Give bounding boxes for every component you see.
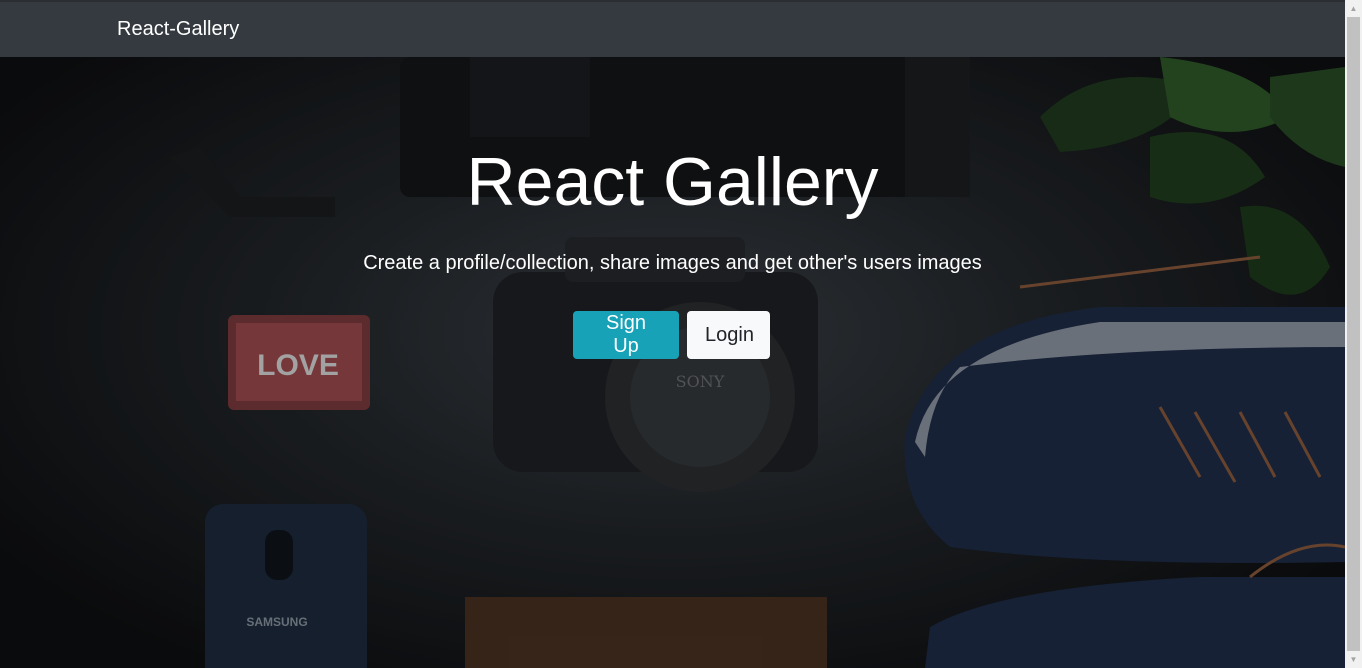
page: React-Gallery SONY LOVE SAMSUNG React Ga… [0,0,1345,668]
hero-section: SONY LOVE SAMSUNG React Gallery Create a… [0,57,1345,668]
hero-subtitle: Create a profile/collection, share image… [363,252,982,274]
login-button[interactable]: Login [687,311,770,359]
scroll-up-arrow-icon[interactable]: ▲ [1345,0,1362,17]
hero-title: React Gallery [466,144,879,220]
navbar: React-Gallery [0,0,1345,57]
hero-button-group: Sign Up Login [573,311,770,359]
navbar-brand-link[interactable]: React-Gallery [117,18,239,41]
scroll-down-arrow-icon[interactable]: ▼ [1345,651,1362,668]
scrollbar-thumb[interactable] [1347,17,1360,651]
sign-up-button[interactable]: Sign Up [573,311,679,359]
vertical-scrollbar[interactable]: ▲ ▼ [1345,0,1362,668]
